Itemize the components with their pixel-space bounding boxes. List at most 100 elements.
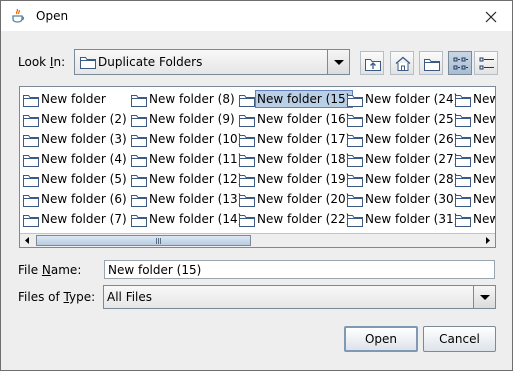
folder-list-item[interactable]: New folder (16)	[236, 110, 350, 128]
folder-name: New folder (15)	[255, 90, 354, 108]
folder-icon	[131, 115, 147, 127]
file-name-field-wrap	[104, 260, 495, 279]
folder-icon	[455, 115, 471, 127]
look-in-value: Duplicate Folders	[98, 55, 203, 69]
folder-name: New	[473, 92, 495, 106]
folder-list-item[interactable]: New folder (25)	[344, 110, 458, 128]
folder-list-item[interactable]: New	[452, 150, 495, 168]
folder-name: New folder (25)	[365, 112, 459, 126]
folder-icon	[347, 155, 363, 167]
files-of-type-label: Files of Type:	[18, 290, 96, 304]
folder-name: New folder (17)	[257, 132, 351, 146]
folder-list-item[interactable]: New folder (18)	[236, 150, 350, 168]
folder-list-item[interactable]: New folder (12)	[128, 170, 242, 188]
folder-list-item[interactable]: New folder (5)	[20, 170, 128, 188]
folder-list-item[interactable]: New folder (14)	[128, 210, 242, 228]
folder-list-item[interactable]: New	[452, 210, 495, 228]
folder-name: New folder (10)	[149, 132, 243, 146]
folder-icon	[455, 195, 471, 207]
cancel-button[interactable]: Cancel	[423, 326, 496, 352]
folder-icon	[23, 215, 39, 227]
folder-list-item[interactable]: New folder (20)	[236, 190, 350, 208]
list-view-button[interactable]	[448, 51, 472, 75]
look-in-combo[interactable]: Duplicate Folders	[74, 49, 350, 75]
folder-list-item[interactable]: New	[452, 190, 495, 208]
folder-list-item[interactable]: New folder (31)	[344, 210, 458, 228]
up-one-level-button[interactable]	[360, 51, 384, 75]
folder-list-item[interactable]: New folder (17)	[236, 130, 350, 148]
folder-list-item[interactable]: New folder (15)	[236, 90, 354, 108]
folder-list-item[interactable]: New folder (10)	[128, 130, 242, 148]
folder-list-item[interactable]: New folder (28)	[344, 170, 458, 188]
look-in-label: Look In:	[18, 55, 66, 69]
folder-name: New	[473, 192, 495, 206]
folder-icon	[455, 215, 471, 227]
folder-list-item[interactable]: New folder (27)	[344, 150, 458, 168]
folder-list-item[interactable]: New folder (11)	[128, 150, 242, 168]
folder-name: New	[473, 132, 495, 146]
grip-icon	[156, 238, 161, 244]
folder-list-item[interactable]: New folder (9)	[128, 110, 236, 128]
folder-list-item[interactable]: New folder (19)	[236, 170, 350, 188]
folder-icon	[455, 135, 471, 147]
title-bar[interactable]: Open	[1, 1, 512, 31]
folder-icon	[131, 135, 147, 147]
folder-list-item[interactable]: New folder (30)	[344, 190, 458, 208]
files-of-type-combo[interactable]: All Files	[103, 285, 496, 309]
folder-icon	[23, 95, 39, 107]
folder-name: New folder (2)	[41, 112, 127, 126]
folder-icon	[347, 95, 363, 107]
folder-list-item[interactable]: New folder	[20, 90, 128, 108]
folder-list-item[interactable]: New	[452, 90, 495, 108]
folder-list-item[interactable]: New	[452, 110, 495, 128]
folder-icon	[80, 57, 96, 69]
new-folder-button[interactable]	[419, 51, 443, 75]
folder-list-item[interactable]: New folder (24)	[344, 90, 458, 108]
folder-icon	[131, 155, 147, 167]
folder-list-item[interactable]: New	[452, 170, 495, 188]
folder-list-item[interactable]: New folder (13)	[128, 190, 242, 208]
home-button[interactable]	[390, 51, 414, 75]
folder-icon	[239, 135, 255, 147]
scrollbar-thumb[interactable]	[36, 235, 251, 246]
details-view-icon	[479, 57, 494, 70]
files-of-type-dropdown-button[interactable]	[473, 286, 495, 308]
folder-icon	[239, 155, 255, 167]
folder-icon	[23, 115, 39, 127]
folder-icon	[455, 175, 471, 187]
folder-name: New	[473, 212, 495, 226]
folder-name: New folder (22)	[257, 212, 351, 226]
close-icon[interactable]	[479, 6, 503, 28]
folder-icon	[455, 155, 471, 167]
file-list[interactable]: New folder New folder (2) New folder (3) Ne…	[19, 86, 496, 248]
folder-icon	[239, 175, 255, 187]
file-name-input[interactable]	[105, 261, 494, 278]
folder-icon	[23, 155, 39, 167]
folder-list-item[interactable]: New folder (22)	[236, 210, 350, 228]
folder-icon	[239, 115, 255, 127]
folder-icon	[239, 215, 255, 227]
look-in-dropdown-button[interactable]	[327, 50, 349, 74]
horizontal-scrollbar[interactable]	[20, 233, 495, 247]
scroll-right-button[interactable]	[481, 234, 495, 247]
folder-list-item[interactable]: New folder (3)	[20, 130, 128, 148]
folder-icon	[239, 195, 255, 207]
folder-icon	[347, 115, 363, 127]
folder-list-item[interactable]: New folder (2)	[20, 110, 128, 128]
folder-name: New folder (27)	[365, 152, 459, 166]
folder-list-item[interactable]: New folder (4)	[20, 150, 128, 168]
folder-list-item[interactable]: New folder (6)	[20, 190, 128, 208]
folder-name: New folder (5)	[41, 172, 127, 186]
folder-list-item[interactable]: New folder (8)	[128, 90, 236, 108]
folder-list-item[interactable]: New folder (26)	[344, 130, 458, 148]
open-button[interactable]: Open	[344, 326, 418, 352]
folder-icon	[23, 195, 39, 207]
folder-name: New	[473, 172, 495, 186]
folder-list-item[interactable]: New folder (7)	[20, 210, 128, 228]
folder-name: New folder (7)	[41, 212, 127, 226]
scroll-left-button[interactable]	[20, 234, 34, 247]
folder-list-item[interactable]: New	[452, 130, 495, 148]
open-dialog: Open Look In: Duplicate Folders New fold…	[0, 0, 513, 371]
folder-name: New folder (12)	[149, 172, 243, 186]
details-view-button[interactable]	[474, 51, 498, 75]
